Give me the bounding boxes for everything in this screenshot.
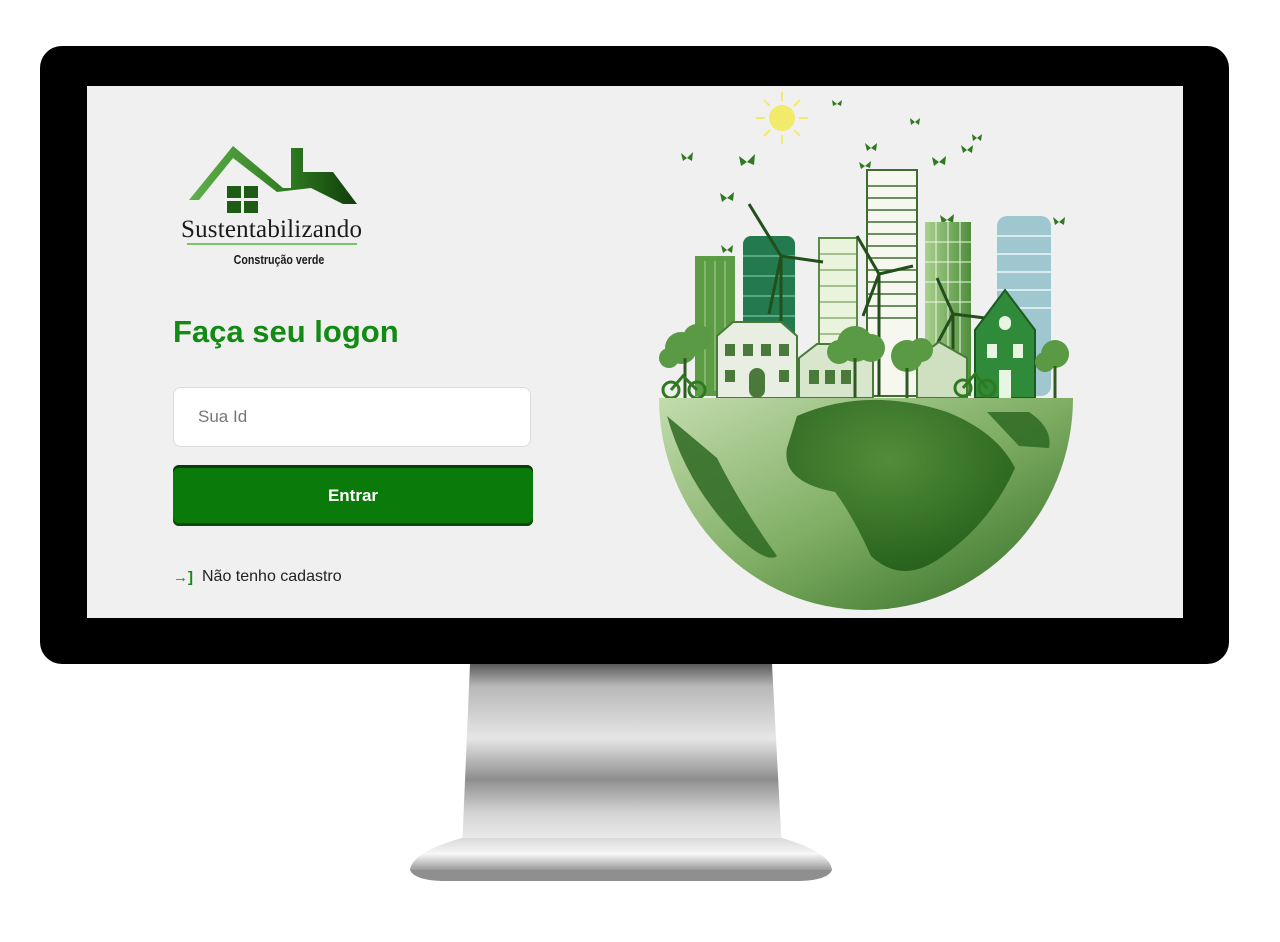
brand-name: Sustentabilizando xyxy=(181,216,363,243)
green-city-globe-illustration xyxy=(659,92,1073,610)
brand-tagline: Construção verde xyxy=(233,252,325,267)
register-link-label: Não tenho cadastro xyxy=(202,568,342,585)
brand-divider xyxy=(187,243,357,245)
log-in-icon: →] xyxy=(173,568,193,586)
page-title: Faça seu logon xyxy=(173,314,399,349)
id-input[interactable] xyxy=(173,387,531,447)
submit-button[interactable]: Entrar xyxy=(173,465,533,526)
sun-icon xyxy=(756,92,808,144)
login-screen: Sustentabilizando Construção verde Faça … xyxy=(87,86,1183,618)
register-link[interactable]: →] Não tenho cadastro xyxy=(173,568,342,586)
